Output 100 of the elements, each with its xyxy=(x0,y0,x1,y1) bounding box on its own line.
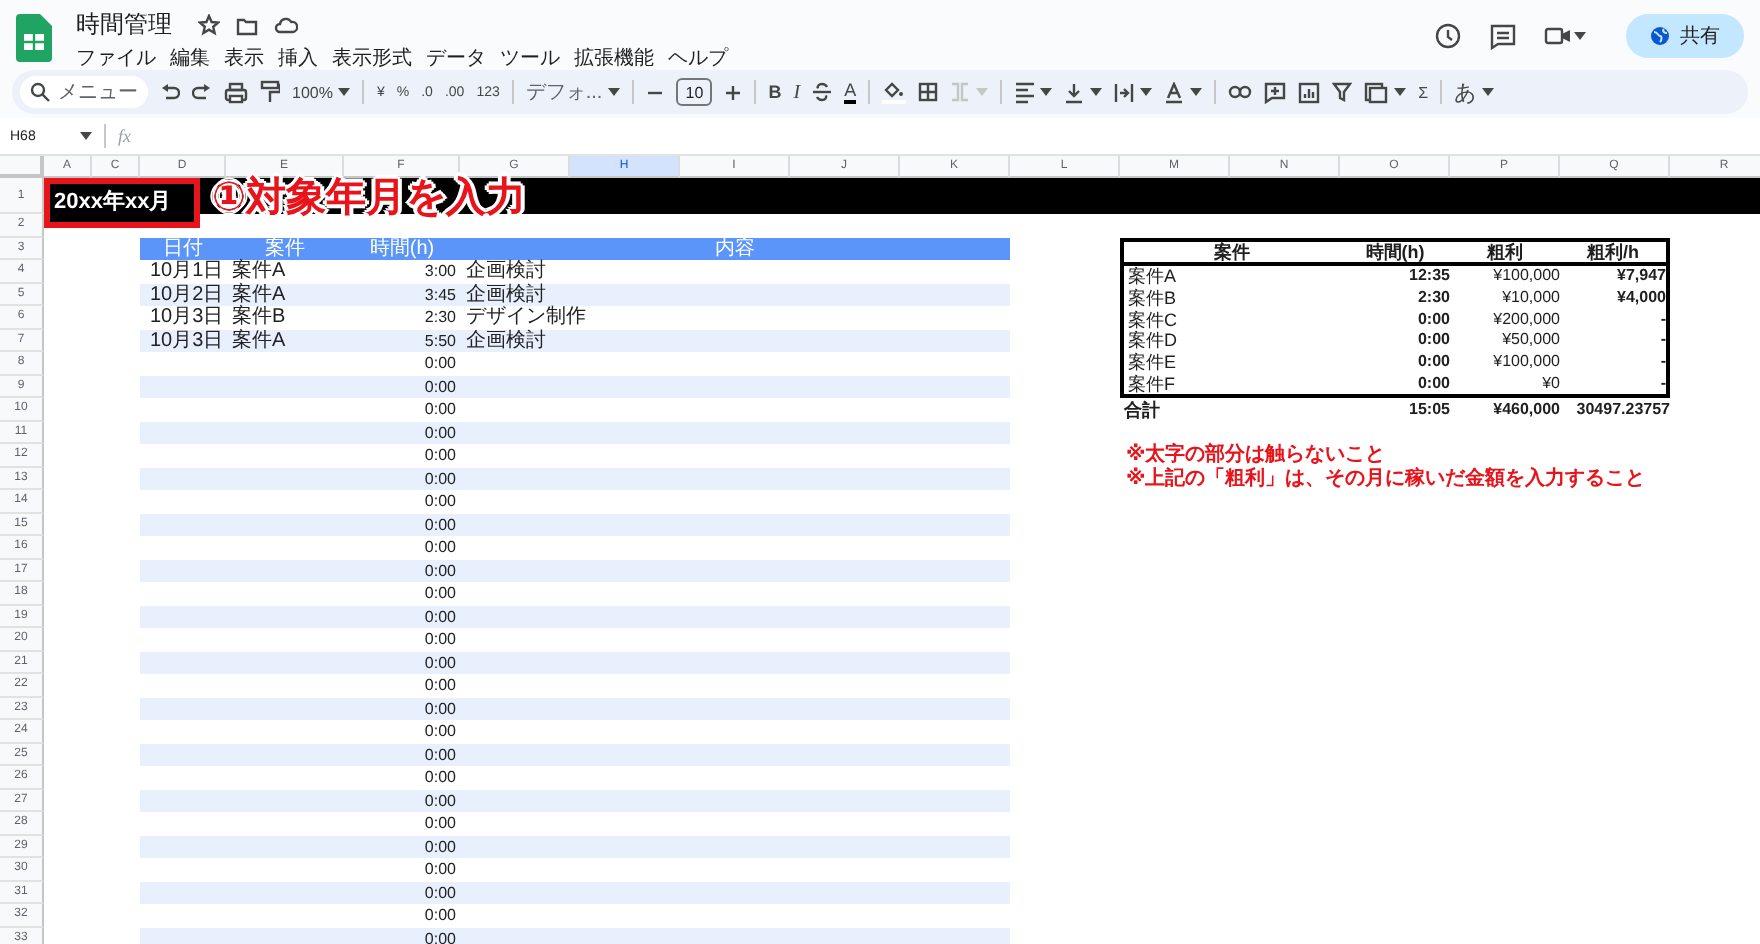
table-cell-text: 0:00 xyxy=(422,674,458,697)
month-cell[interactable]: 20xx年xx月 xyxy=(44,178,200,228)
functions-button[interactable]: Σ xyxy=(1418,83,1429,101)
chart-icon[interactable] xyxy=(1298,81,1321,103)
text-color-button[interactable]: A xyxy=(844,81,857,103)
borders-icon[interactable] xyxy=(918,82,939,102)
undo-icon[interactable] xyxy=(160,82,180,102)
note-text: ※上記の「粗利」は、その月に稼いだ金額を入力すること xyxy=(1124,467,1648,490)
table-cell-text: 0:00 xyxy=(422,444,458,467)
redo-icon[interactable] xyxy=(192,82,212,102)
table-cell-text: 案件A xyxy=(230,260,288,283)
table-cell-text: 5:50 xyxy=(422,329,458,352)
caret-icon[interactable] xyxy=(1040,88,1053,96)
table-cell-text: ¥0 xyxy=(1540,373,1560,394)
table-cell-text: 3:00 xyxy=(422,260,458,283)
merge-cells-icon[interactable] xyxy=(950,82,971,102)
total-cell-text: ¥460,000 xyxy=(1491,399,1560,420)
table-cell-text: 案件A xyxy=(230,329,288,352)
caret-icon[interactable] xyxy=(80,132,92,140)
caret-icon[interactable] xyxy=(1574,32,1586,40)
menu-item[interactable]: 表示 xyxy=(224,44,264,72)
vertical-align-icon[interactable] xyxy=(1064,81,1085,103)
column-heading: 内容 xyxy=(713,237,757,260)
caret-icon[interactable] xyxy=(1190,88,1203,96)
caret-icon[interactable] xyxy=(1394,88,1407,96)
caret-icon[interactable] xyxy=(1482,88,1495,96)
bold-button[interactable]: B xyxy=(768,82,782,102)
table-cell-text: 案件B xyxy=(230,306,288,329)
fill-color-icon[interactable] xyxy=(882,80,907,104)
input-tools-button[interactable]: あ xyxy=(1454,77,1477,107)
star-icon[interactable] xyxy=(198,14,220,36)
search-icon xyxy=(30,82,50,102)
video-camera-icon[interactable] xyxy=(1544,26,1572,46)
cloud-icon[interactable] xyxy=(274,16,298,34)
text-wrap-icon[interactable] xyxy=(1114,81,1135,103)
caret-icon[interactable] xyxy=(608,88,621,96)
menu-item[interactable]: ツール xyxy=(500,44,560,72)
share-button[interactable]: 共有 xyxy=(1626,14,1744,58)
align-left-icon[interactable] xyxy=(1014,81,1035,103)
table-cell-text: 企画検討 xyxy=(464,283,546,306)
globe-icon xyxy=(1650,26,1670,46)
menu-item[interactable]: 拡張機能 xyxy=(574,44,654,72)
table-cell-text: 0:00 xyxy=(422,904,458,927)
print-icon[interactable] xyxy=(224,81,248,103)
plus-icon[interactable] xyxy=(724,83,743,101)
table-cell-text: ¥4,000 xyxy=(1615,288,1666,309)
column-heading: 案件 xyxy=(263,237,307,260)
document-title[interactable]: 時間管理 xyxy=(76,8,172,42)
table-cell-text: 10月1日 xyxy=(148,260,226,283)
menu-item[interactable]: 挿入 xyxy=(278,44,318,72)
caret-icon[interactable] xyxy=(338,88,351,96)
table-cell-text: ¥50,000 xyxy=(1500,330,1560,351)
table-cell-text: - xyxy=(1658,352,1666,373)
caret-icon[interactable] xyxy=(1140,88,1153,96)
menu-item[interactable]: 表示形式 xyxy=(332,44,412,72)
link-icon[interactable] xyxy=(1228,84,1253,100)
formula-label: fx xyxy=(118,126,131,146)
table-cell-text: 0:00 xyxy=(422,398,458,421)
table-cell-text: 0:00 xyxy=(422,812,458,835)
text-rotate-icon[interactable] xyxy=(1164,81,1185,103)
caret-icon[interactable] xyxy=(1090,88,1103,96)
table-cell-text: 0:00 xyxy=(1415,352,1450,373)
table-cell-text: 0:00 xyxy=(422,927,458,944)
table-cell-text: 案件D xyxy=(1126,330,1179,351)
filter-icon[interactable] xyxy=(1332,82,1353,102)
strikethrough-icon[interactable] xyxy=(812,82,833,102)
comment-icon[interactable] xyxy=(1490,23,1516,49)
annotation-label: ①対象年月を入力 xyxy=(212,178,526,220)
column-heading: 案件 xyxy=(1212,241,1252,262)
table-cell-text: 0:00 xyxy=(422,720,458,743)
table-cell-text: 10月2日 xyxy=(148,283,226,306)
add-comment-icon[interactable] xyxy=(1264,81,1287,103)
paint-roller-icon[interactable] xyxy=(260,80,280,104)
table-cell-text: 0:00 xyxy=(422,697,458,720)
table-cell-text: 0:00 xyxy=(422,536,458,559)
menu-item[interactable]: ヘルプ xyxy=(668,44,728,72)
table-cell-text: 案件E xyxy=(1126,352,1179,373)
table-cell-text: 0:00 xyxy=(1415,373,1450,394)
zoom-select[interactable]: 100% xyxy=(292,83,333,101)
italic-button[interactable]: I xyxy=(793,81,801,103)
table-cell-text: - xyxy=(1658,330,1666,351)
menu-search-field[interactable]: メニュー xyxy=(20,76,148,108)
table-cell-text: 0:00 xyxy=(1415,330,1450,351)
table-cell-text: ¥100,000 xyxy=(1491,266,1560,287)
table-cell-text: 12:35 xyxy=(1407,266,1450,287)
table-cell-text: 0:00 xyxy=(422,858,458,881)
table-view-icon[interactable] xyxy=(1364,81,1389,103)
table-cell-text: 0:00 xyxy=(422,559,458,582)
font-select[interactable]: デフォ... xyxy=(525,78,603,106)
folder-icon[interactable] xyxy=(236,15,258,35)
history-icon[interactable] xyxy=(1434,22,1462,50)
menu-item[interactable]: データ xyxy=(426,44,486,72)
table-cell-text: 案件B xyxy=(1126,288,1179,309)
font-size-field[interactable]: 10 xyxy=(676,78,713,106)
total-cell-text: 15:05 xyxy=(1407,399,1450,420)
table-cell-text: 0:00 xyxy=(1415,309,1450,330)
table-cell-text: 0:00 xyxy=(422,651,458,674)
table-cell-text: 0:00 xyxy=(422,352,458,375)
menu-item[interactable]: 編集 xyxy=(170,44,210,72)
menu-item[interactable]: ファイル xyxy=(76,44,156,72)
